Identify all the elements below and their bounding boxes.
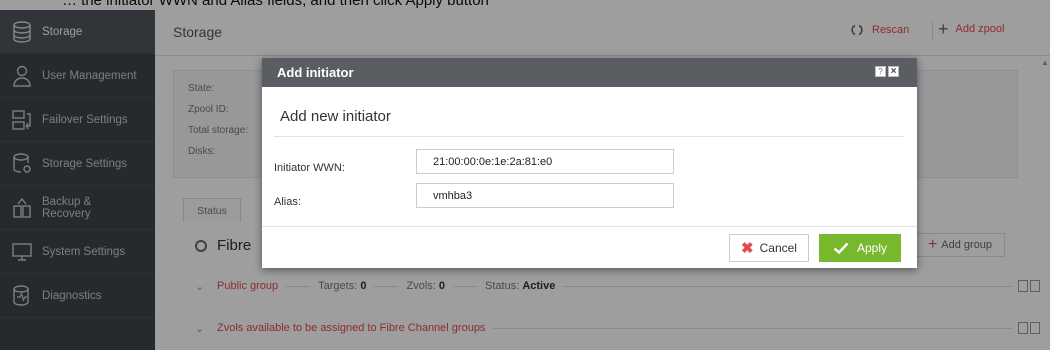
- dialog-heading: Add new initiator: [280, 108, 391, 125]
- divider: [274, 136, 904, 137]
- cancel-button[interactable]: ✖ Cancel: [729, 234, 809, 262]
- checkmark-icon: [833, 242, 849, 254]
- initiator-wwn-label: Initiator WWN:: [274, 162, 345, 174]
- divider: [262, 226, 917, 227]
- help-icon[interactable]: ?: [875, 66, 886, 77]
- apply-button[interactable]: Apply: [819, 234, 901, 262]
- cancel-label: Cancel: [759, 241, 797, 255]
- apply-label: Apply: [856, 241, 888, 255]
- add-initiator-dialog: Add initiator ? × Add new initiator Init…: [262, 58, 917, 268]
- initiator-wwn-input[interactable]: [416, 149, 674, 174]
- alias-input[interactable]: [416, 183, 674, 208]
- dialog-titlebar: Add initiator ? ×: [262, 58, 917, 87]
- cancel-x-icon: ✖: [741, 240, 754, 257]
- close-icon[interactable]: ×: [888, 66, 899, 77]
- alias-label: Alias:: [274, 196, 301, 208]
- dialog-title: Add initiator: [277, 65, 354, 80]
